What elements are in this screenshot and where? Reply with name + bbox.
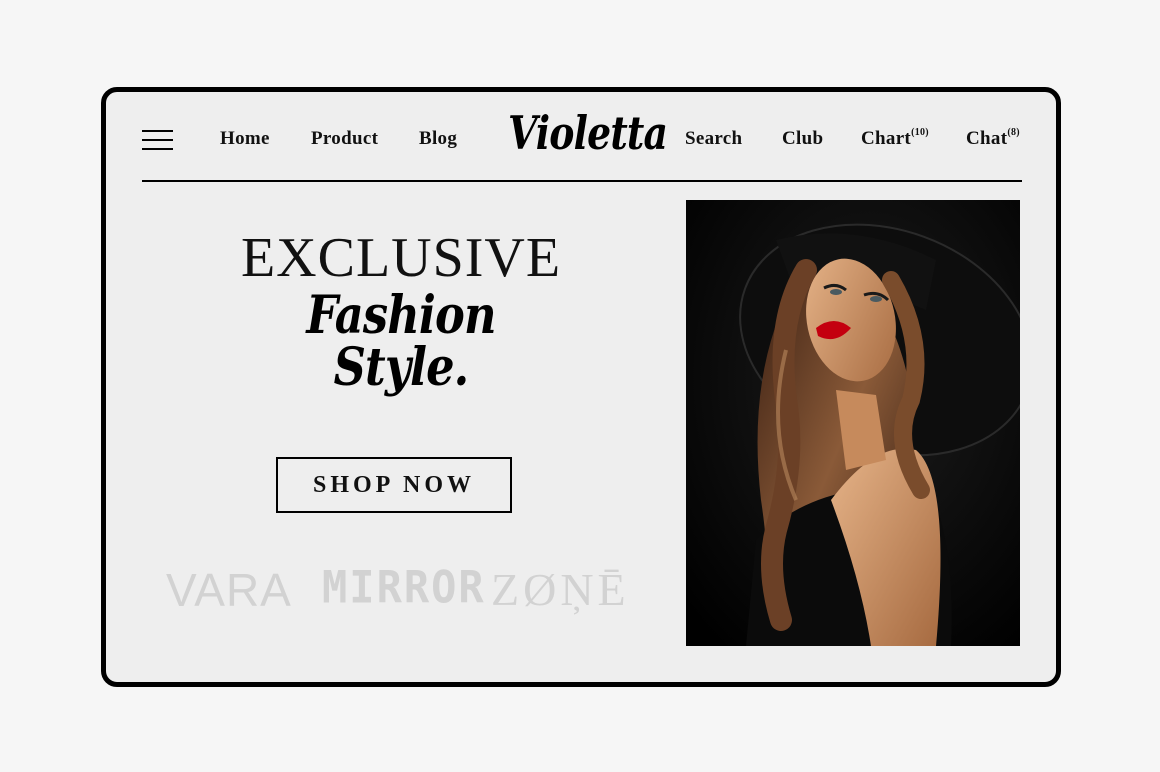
- chat-count-badge: (8): [1007, 126, 1020, 138]
- nav-product[interactable]: Product: [311, 128, 378, 150]
- header-divider: [142, 180, 1022, 182]
- nav-chart[interactable]: Chart(10): [861, 126, 929, 150]
- brand-logo-mirror: MIRROR: [322, 561, 486, 614]
- nav-home[interactable]: Home: [220, 128, 270, 150]
- nav-chart-label: Chart: [861, 128, 912, 149]
- brand-logo[interactable]: Violetta: [508, 106, 668, 160]
- hero-headline: EXCLUSIVE: [240, 227, 562, 289]
- brand-logo-vara: VARA: [166, 564, 292, 616]
- brand-logo-zone: ZØŅĒ: [491, 564, 630, 615]
- hero-tagline: Fashion Style.: [306, 285, 496, 398]
- shop-now-button[interactable]: SHOP NOW: [276, 457, 512, 513]
- chart-count-badge: (10): [911, 126, 929, 138]
- nav-blog[interactable]: Blog: [419, 128, 457, 150]
- hamburger-icon[interactable]: [142, 130, 173, 151]
- nav-search[interactable]: Search: [685, 128, 742, 150]
- nav-chat[interactable]: Chat(8): [966, 126, 1020, 150]
- nav-chat-label: Chat: [966, 128, 1008, 149]
- site-card: Home Product Blog Violetta Search Club C…: [101, 87, 1061, 687]
- nav-club[interactable]: Club: [782, 128, 823, 150]
- hero-model-photo: [686, 200, 1020, 646]
